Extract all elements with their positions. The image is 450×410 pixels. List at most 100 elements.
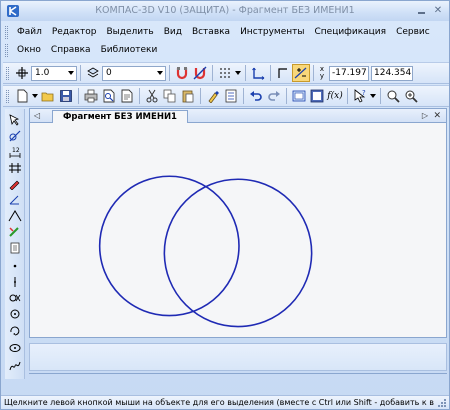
drawing-circle-left[interactable] xyxy=(98,175,240,317)
circle-tool-icon[interactable] xyxy=(7,291,23,305)
menu-row-1: Файл Редактор Выделить Вид Вставка Инстр… xyxy=(5,23,435,41)
toolbar-grip-handle[interactable] xyxy=(6,66,9,80)
menu-select[interactable]: Выделить xyxy=(101,27,158,37)
arc-tool-icon[interactable] xyxy=(7,307,23,321)
drawing-canvas[interactable] xyxy=(30,123,446,338)
toolbar-separator xyxy=(212,65,213,81)
ortho-mode-icon[interactable] xyxy=(274,64,292,82)
geometry-tool-icon[interactable] xyxy=(7,129,23,143)
rotate-tool-icon[interactable] xyxy=(7,323,23,337)
menu-file[interactable]: Файл xyxy=(12,27,47,37)
compact-tool-panel: 12 xyxy=(5,109,25,379)
spline-tool-icon[interactable] xyxy=(7,359,23,373)
layers-icon[interactable] xyxy=(84,64,102,82)
status-bar: Щелкните левой кнопкой мыши на объекте д… xyxy=(1,395,449,409)
toolbar-separator xyxy=(270,65,271,81)
round-coordinates-icon[interactable] xyxy=(292,64,310,82)
toolbar-separator xyxy=(286,88,287,104)
toolbar-separator xyxy=(380,88,381,104)
panel-divider xyxy=(29,373,447,374)
toolbar-separator xyxy=(243,88,244,104)
print-preview-icon[interactable] xyxy=(100,87,118,105)
line-width-value: 1.0 xyxy=(35,67,50,78)
menu-grip-handle-2[interactable] xyxy=(5,43,8,57)
zoom-window-icon[interactable] xyxy=(384,87,402,105)
app-window: КОМПАС-3D V10 (ЗАЩИТА) - Фрагмент БЕЗ ИМ… xyxy=(0,0,450,410)
copy-properties-icon[interactable] xyxy=(204,87,222,105)
menu-tools[interactable]: Инструменты xyxy=(235,27,309,37)
copy-icon[interactable] xyxy=(161,87,179,105)
edit-tool-icon[interactable] xyxy=(7,177,23,191)
tab-fragment[interactable]: Фрагмент БЕЗ ИМЕНИ1 xyxy=(52,110,188,123)
cut-icon[interactable] xyxy=(143,87,161,105)
document-tab-strip: ◁ Фрагмент БЕЗ ИМЕНИ1 ▷ ✕ xyxy=(30,109,446,123)
parametrization-tool-icon[interactable] xyxy=(7,193,23,207)
snap-off-icon[interactable] xyxy=(191,64,209,82)
title-bar: КОМПАС-3D V10 (ЗАЩИТА) - Фрагмент БЕЗ ИМ… xyxy=(1,1,449,21)
new-document-icon[interactable] xyxy=(13,87,31,105)
segment-tool-icon[interactable] xyxy=(7,275,23,289)
menu-help[interactable]: Справка xyxy=(46,45,96,55)
grid-dropdown-chevron-icon[interactable] xyxy=(234,64,242,82)
view-manager-icon[interactable] xyxy=(308,87,326,105)
menu-editor[interactable]: Редактор xyxy=(47,27,102,37)
variables-icon[interactable] xyxy=(222,87,240,105)
grid-icon[interactable] xyxy=(216,64,234,82)
manager-documents-icon[interactable] xyxy=(290,87,308,105)
line-width-combo[interactable]: 1.0 xyxy=(31,65,77,81)
snap-magnet-icon[interactable] xyxy=(173,64,191,82)
help-dropdown-chevron-icon[interactable] xyxy=(369,87,377,105)
new-dropdown-chevron-icon[interactable] xyxy=(31,87,39,105)
toolbar-separator xyxy=(313,65,314,81)
menu-specification[interactable]: Спецификация xyxy=(309,27,391,37)
open-folder-icon[interactable] xyxy=(39,87,57,105)
layer-value: 0 xyxy=(106,67,112,78)
coord-y-field[interactable]: 124.354 xyxy=(371,65,413,81)
line-width-icon[interactable] xyxy=(13,64,31,82)
ellipse-tool-icon[interactable] xyxy=(7,341,23,355)
menu-view[interactable]: Вид xyxy=(159,27,187,37)
coord-x-field[interactable]: -17.197 xyxy=(329,65,369,81)
dimension-tool-icon[interactable]: 12 xyxy=(7,145,23,159)
svg-text:?: ? xyxy=(362,89,366,97)
y-axis-label: y xyxy=(319,72,325,80)
tab-scroll-right-icon[interactable]: ▷ xyxy=(422,111,428,120)
spec-tool-icon[interactable] xyxy=(7,241,23,255)
toolbar-separator xyxy=(347,88,348,104)
document-window: ◁ Фрагмент БЕЗ ИМЕНИ1 ▷ ✕ xyxy=(29,108,447,338)
print-icon[interactable] xyxy=(82,87,100,105)
save-icon[interactable] xyxy=(57,87,75,105)
zoom-in-icon[interactable] xyxy=(402,87,420,105)
close-button[interactable]: ✕ xyxy=(431,4,445,17)
chevron-down-icon xyxy=(157,70,163,75)
document-properties-icon[interactable] xyxy=(118,87,136,105)
select-tool-icon[interactable] xyxy=(7,113,23,127)
menu-service[interactable]: Сервис xyxy=(391,27,435,37)
window-title: КОМПАС-3D V10 (ЗАЩИТА) - Фрагмент БЕЗ ИМ… xyxy=(95,5,355,16)
function-fx-icon[interactable]: f(x) xyxy=(326,87,344,105)
menu-libraries[interactable]: Библиотеки xyxy=(96,45,163,55)
selection-tool-icon[interactable] xyxy=(7,225,23,239)
redo-icon[interactable] xyxy=(265,87,283,105)
undo-icon[interactable] xyxy=(247,87,265,105)
menu-row-2: Окно Справка Библиотеки xyxy=(5,41,162,59)
menu-bar: Файл Редактор Выделить Вид Вставка Инстр… xyxy=(1,21,449,61)
close-tab-icon[interactable]: ✕ xyxy=(433,111,441,121)
help-pointer-icon[interactable]: ? xyxy=(351,87,369,105)
layer-combo[interactable]: 0 xyxy=(102,65,166,81)
symbols-tool-icon[interactable] xyxy=(7,161,23,175)
local-cs-icon[interactable] xyxy=(249,64,267,82)
menu-insert[interactable]: Вставка xyxy=(187,27,235,37)
measure-tool-icon[interactable] xyxy=(7,209,23,223)
toolbar-separator xyxy=(78,88,79,104)
properties-toolbar: 1.0 0 x y -17.197 124.354 xyxy=(3,62,449,84)
tab-scroll-left-icon[interactable]: ◁ xyxy=(34,111,40,120)
minimize-button[interactable] xyxy=(416,5,427,16)
menu-grip-handle[interactable] xyxy=(5,25,8,39)
point-tool-icon[interactable] xyxy=(7,259,23,273)
paste-icon[interactable] xyxy=(179,87,197,105)
resize-grip-icon[interactable] xyxy=(437,398,447,408)
toolbar-separator xyxy=(245,65,246,81)
toolbar-grip-handle-2[interactable] xyxy=(6,89,9,103)
menu-window[interactable]: Окно xyxy=(12,45,46,55)
